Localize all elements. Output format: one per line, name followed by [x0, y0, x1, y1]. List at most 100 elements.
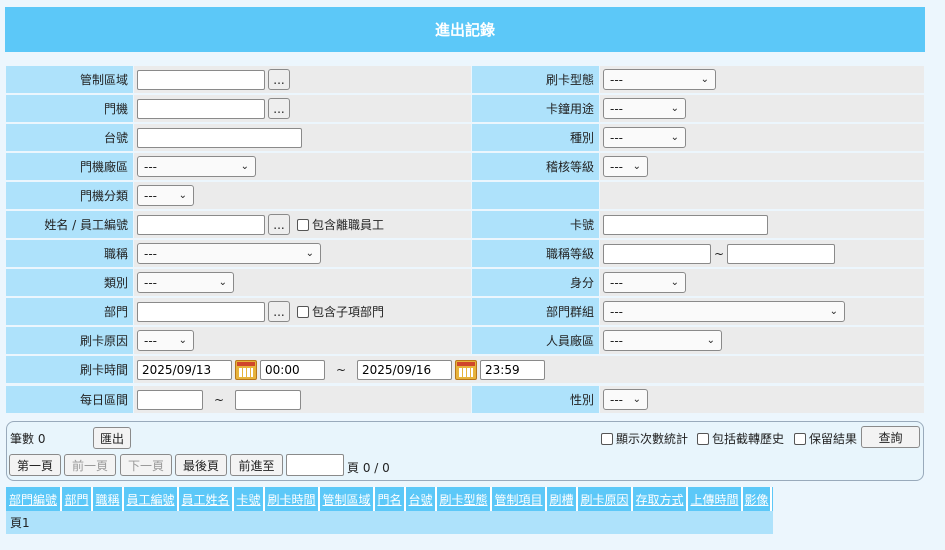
end-time-input[interactable] [480, 359, 545, 380]
calendar-icon[interactable] [455, 359, 477, 380]
control-area-picker-button[interactable]: ... [268, 69, 290, 90]
grid-column-header[interactable]: 存取方式 [633, 487, 688, 511]
grid-column-header[interactable]: 管制項目 [492, 487, 547, 511]
checkbox-box[interactable] [297, 218, 309, 231]
next-page-button[interactable]: 下一頁 [120, 454, 172, 476]
page-title: 進出記錄 [5, 7, 925, 52]
first-page-button[interactable]: 第一頁 [9, 454, 61, 476]
start-time-input[interactable] [260, 359, 325, 380]
control-area-label: 管制區域 [6, 66, 133, 93]
door-area-select[interactable]: --- ⌄ [137, 156, 256, 177]
name-emp-input[interactable] [137, 214, 265, 235]
chevron-down-icon: ⌄ [218, 277, 227, 288]
card-purpose-label: 卡鐘用途 [472, 95, 599, 122]
include-subdept-checkbox[interactable]: 包含子項部門 [297, 303, 384, 320]
title-level-to-input[interactable] [727, 243, 836, 264]
grid-column-header[interactable]: 職稱 [93, 487, 124, 511]
daily-range-from-input[interactable] [137, 389, 203, 410]
gender-label: 性別 [472, 386, 599, 413]
end-date-input[interactable] [357, 359, 452, 380]
door-input[interactable] [137, 98, 265, 119]
record-count-label: 筆數 0 [10, 432, 46, 446]
door-class-label: 門機分類 [6, 182, 133, 209]
grid-column-header[interactable]: 門名 [375, 487, 406, 511]
prev-page-button[interactable]: 前一頁 [64, 454, 116, 476]
chevron-down-icon: ⌄ [632, 394, 641, 405]
grid-column-header[interactable]: 台號 [406, 487, 437, 511]
grid-column-header[interactable]: 刷卡原因 [578, 487, 633, 511]
chevron-down-icon: ⌄ [305, 248, 314, 259]
grid-column-header[interactable]: 員工編號 [124, 487, 179, 511]
type-label: 類別 [6, 269, 133, 296]
chevron-down-icon: ⌄ [632, 161, 641, 172]
grid-column-header[interactable]: 刷槽 [547, 487, 578, 511]
door-area-label: 門機廠區 [6, 153, 133, 180]
title-level-label: 職稱等級 [472, 240, 599, 267]
grid-column-header[interactable]: 管制區域 [320, 487, 375, 511]
terminal-no-input[interactable] [137, 127, 302, 148]
audit-level-label: 稽核等級 [472, 153, 599, 180]
grid-column-header[interactable]: 員工姓名 [179, 487, 234, 511]
results-grid: 部門編號 部門 職稱 員工編號 員工姓名 卡號 刷卡時間 管制區域 門名 台號 刷卡型態 管制項目 刷槽… [6, 487, 773, 534]
grid-column-header[interactable]: 影像 [743, 487, 772, 511]
card-no-label: 卡號 [472, 211, 599, 238]
chevron-down-icon: ⌄ [178, 190, 187, 201]
chevron-down-icon: ⌄ [670, 277, 679, 288]
grid-column-header[interactable]: 部門編號 [6, 487, 62, 511]
grid-column-header[interactable]: 上傳時間 [688, 487, 743, 511]
identity-label: 身分 [472, 269, 599, 296]
dept-group-label: 部門群組 [472, 298, 599, 325]
gender-select[interactable]: --- ⌄ [603, 389, 648, 410]
door-picker-button[interactable]: ... [268, 98, 290, 119]
person-area-label: 人員廠區 [472, 327, 599, 354]
reason-select[interactable]: --- ⌄ [137, 330, 194, 351]
calendar-icon[interactable] [235, 359, 257, 380]
record-count: 0 [37, 432, 46, 446]
card-no-input[interactable] [603, 214, 768, 235]
goto-page-input[interactable] [286, 454, 344, 476]
export-button[interactable]: 匯出 [93, 427, 131, 449]
show-stats-checkbox[interactable]: 顯示次數統計 [601, 430, 688, 447]
checkbox-box[interactable] [697, 432, 709, 445]
query-button[interactable]: 查詢 [861, 426, 920, 448]
swipe-time-label: 刷卡時間 [6, 356, 133, 383]
grid-footer: 頁1 [6, 511, 773, 534]
dept-picker-button[interactable]: ... [268, 301, 290, 322]
dept-group-select[interactable]: --- ⌄ [603, 301, 845, 322]
category-select[interactable]: --- ⌄ [603, 127, 686, 148]
grid-column-header[interactable]: 刷卡時間 [265, 487, 320, 511]
daily-range-label: 每日區間 [6, 386, 133, 413]
terminal-no-label: 台號 [6, 124, 133, 151]
grid-column-header[interactable]: 部門 [62, 487, 93, 511]
grid-column-header[interactable]: 卡號 [234, 487, 265, 511]
goto-page-button[interactable]: 前進至 [230, 454, 283, 476]
checkbox-box[interactable] [601, 432, 613, 445]
checkbox-box[interactable] [297, 305, 309, 318]
card-purpose-select[interactable]: --- ⌄ [603, 98, 686, 119]
type-select[interactable]: --- ⌄ [137, 272, 234, 293]
include-resigned-checkbox[interactable]: 包含離職員工 [297, 216, 384, 233]
card-type-select[interactable]: --- ⌄ [603, 69, 716, 90]
empty-label [472, 182, 599, 209]
chevron-down-icon: ⌄ [670, 103, 679, 114]
title-level-from-input[interactable] [603, 243, 711, 264]
control-area-input[interactable] [137, 69, 265, 90]
category-label: 種別 [472, 124, 599, 151]
last-page-button[interactable]: 最後頁 [175, 454, 227, 476]
keep-results-checkbox[interactable]: 保留結果 [794, 430, 857, 447]
reason-label: 刷卡原因 [6, 327, 133, 354]
name-emp-picker-button[interactable]: ... [268, 214, 290, 235]
chevron-down-icon: ⌄ [670, 132, 679, 143]
identity-select[interactable]: --- ⌄ [603, 272, 686, 293]
audit-level-select[interactable]: --- ⌄ [603, 156, 648, 177]
door-class-select[interactable]: --- ⌄ [137, 185, 194, 206]
checkbox-box[interactable] [794, 432, 806, 445]
dept-input[interactable] [137, 301, 265, 322]
daily-range-to-input[interactable] [235, 389, 301, 410]
job-title-select[interactable]: --- ⌄ [137, 243, 321, 264]
start-date-input[interactable] [137, 359, 232, 380]
person-area-select[interactable]: --- ⌄ [603, 330, 722, 351]
dept-label: 部門 [6, 298, 133, 325]
grid-column-header[interactable]: 刷卡型態 [437, 487, 492, 511]
include-history-checkbox[interactable]: 包括截轉歷史 [697, 430, 784, 447]
